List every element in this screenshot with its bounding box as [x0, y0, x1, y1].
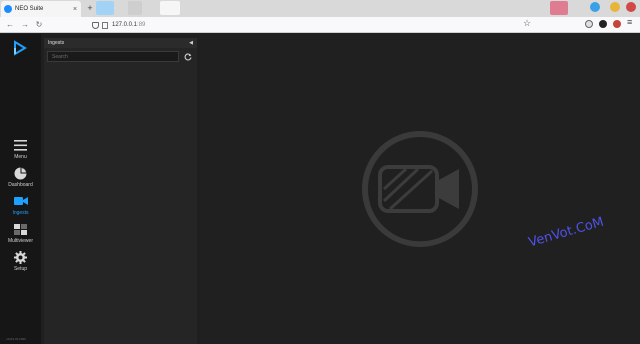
rail-item-menu[interactable]: Menu — [0, 138, 41, 166]
new-tab-button[interactable]: + — [85, 2, 95, 14]
page-info-icon[interactable] — [102, 21, 108, 29]
browser-tabstrip: NEO Suite × + — [0, 0, 640, 17]
reload-button[interactable]: ↻ — [33, 19, 45, 31]
version-label: v2019.03.0099 — [6, 337, 26, 341]
neo-favicon-icon — [4, 5, 12, 13]
tracking-shield-icon[interactable] — [92, 21, 99, 29]
menu-icon — [14, 138, 28, 152]
camera-placeholder-icon — [362, 131, 478, 247]
panel-title: Ingests — [48, 40, 65, 46]
neo-logo-icon[interactable] — [12, 40, 28, 56]
browser-menu-icon[interactable]: ≡ — [627, 17, 632, 27]
rail-item-label: Dashboard — [8, 182, 33, 188]
blurred-tab-thumbnail — [160, 1, 180, 15]
extension-dark-icon[interactable] — [599, 20, 607, 28]
rail-item-label: Menu — [14, 154, 27, 160]
window-control-icon[interactable] — [626, 2, 636, 12]
rail-item-label: Setup — [13, 266, 28, 272]
extension-pocket-icon[interactable] — [585, 20, 593, 28]
window-control-icon[interactable] — [590, 2, 600, 12]
extension-red-icon[interactable] — [613, 20, 621, 28]
neo-app: Menu Dashboard Ingests Multiviewer Setup… — [0, 34, 640, 344]
blurred-tab-thumbnail — [550, 1, 568, 15]
search-row — [44, 48, 197, 62]
viewer-area — [200, 34, 640, 344]
window-control-icon[interactable] — [610, 2, 620, 12]
rail-item-setup[interactable]: Setup — [0, 250, 41, 278]
collapse-panel-icon[interactable]: ◀ — [189, 40, 193, 46]
blurred-tab-thumbnail — [128, 1, 142, 15]
browser-tab[interactable]: NEO Suite × — [1, 1, 81, 17]
ingest-camera-icon — [13, 194, 28, 208]
tab-close-icon[interactable]: × — [71, 6, 79, 13]
search-input[interactable] — [47, 51, 180, 62]
blurred-tab-thumbnail — [96, 1, 114, 15]
back-button[interactable]: ← — [4, 19, 16, 31]
nav-rail: Menu Dashboard Ingests Multiviewer Setup… — [0, 34, 41, 344]
bookmark-star-icon[interactable]: ☆ — [523, 18, 531, 29]
panel-header: Ingests ◀ — [44, 38, 197, 48]
rail-item-label: Multiviewer — [7, 238, 33, 244]
url-field[interactable]: 127.0.0.1 :89 — [92, 19, 542, 31]
url-port: :89 — [137, 22, 146, 28]
rail-item-ingests[interactable]: Ingests — [0, 194, 41, 222]
refresh-icon[interactable] — [182, 51, 194, 62]
url-host: 127.0.0.1 — [112, 22, 138, 28]
browser-toolbar: ← → ↻ 127.0.0.1 :89 — [0, 17, 640, 33]
dashboard-pie-icon — [14, 166, 28, 180]
multiviewer-grid-icon — [14, 222, 28, 236]
rail-item-dashboard[interactable]: Dashboard — [0, 166, 41, 194]
ingests-panel: Ingests ◀ — [44, 38, 197, 344]
rail-item-multiviewer[interactable]: Multiviewer — [0, 222, 41, 250]
rail-item-label: Ingests — [12, 210, 29, 216]
tab-title: NEO Suite — [15, 6, 44, 12]
forward-button[interactable]: → — [19, 19, 31, 31]
gear-icon — [14, 250, 28, 264]
